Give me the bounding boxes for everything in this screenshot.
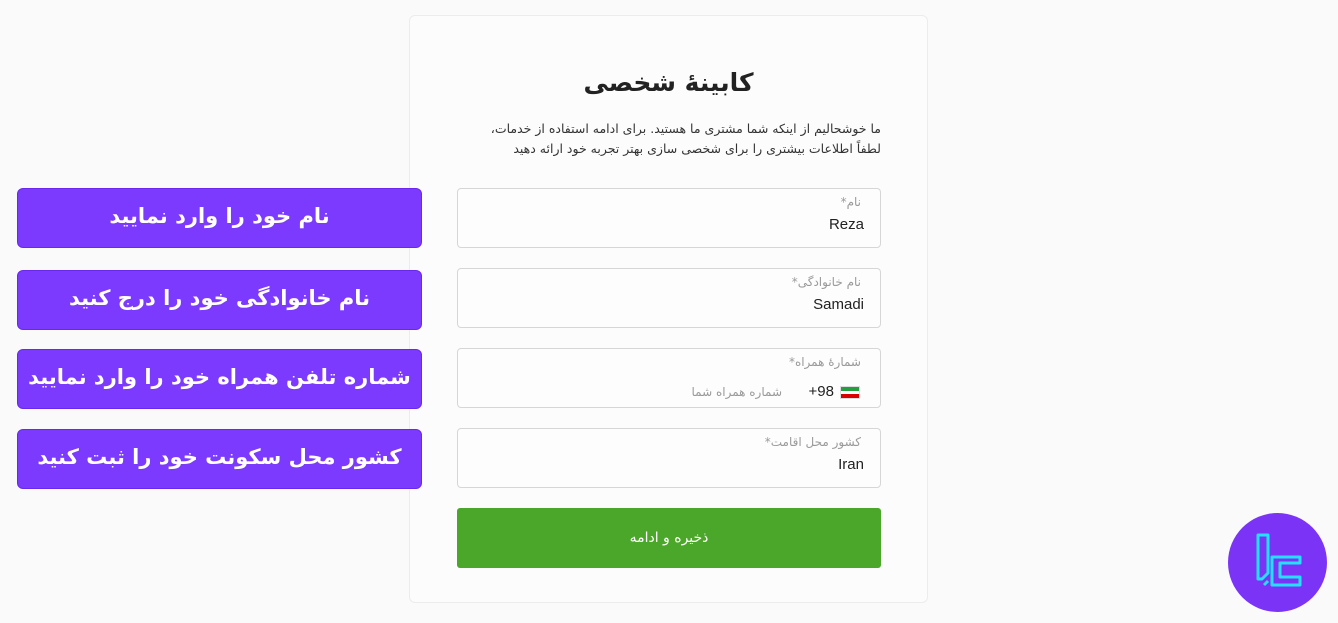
phone-input[interactable]: شماره همراه شما — [691, 385, 782, 399]
last-name-value: Samadi — [813, 296, 864, 313]
dial-code: +98 — [808, 383, 834, 400]
personal-cabinet-card: کابینهٔ شخصی ما خوشحالیم از اینکه شما مش… — [409, 15, 928, 603]
phone-input-row: +98 شماره همراه شما — [474, 382, 862, 402]
iran-flag-icon[interactable] — [840, 386, 860, 399]
page-title: کابینهٔ شخصی — [583, 68, 754, 97]
first-name-value: Reza — [828, 216, 864, 233]
first-name-field[interactable]: نام* Reza — [457, 188, 881, 248]
intro-line-1: ما خوشحالیم از اینکه شما مشتری ما هستید.… — [490, 121, 881, 136]
intro-text: ما خوشحالیم از اینکه شما مشتری ما هستید.… — [457, 119, 881, 159]
last-name-field[interactable]: نام خانوادگی* Samadi — [457, 268, 881, 328]
phone-label: شمارهٔ همراه* — [788, 355, 861, 369]
last-name-label: نام خانوادگی* — [791, 275, 861, 289]
first-name-label: نام* — [840, 195, 861, 209]
phone-field[interactable]: شمارهٔ همراه* +98 شماره همراه شما — [457, 348, 881, 408]
intro-line-2: لطفاً اطلاعات بیشتری را برای شخصی سازی ب… — [513, 141, 881, 156]
save-continue-button[interactable]: ذخیره و ادامه — [457, 508, 881, 568]
country-label: کشور محل اقامت* — [764, 435, 861, 449]
annotation-first-name: نام خود را وارد نمایید — [17, 188, 422, 248]
country-value: Iran — [838, 456, 864, 473]
annotation-last-name: نام خانوادگی خود را درج کنید — [17, 270, 422, 330]
country-field[interactable]: کشور محل اقامت* Iran — [457, 428, 881, 488]
annotation-country: کشور محل سکونت خود را ثبت کنید — [17, 429, 422, 489]
brand-logo-icon — [1228, 513, 1327, 612]
annotation-phone: شماره تلفن همراه خود را وارد نمایید — [17, 349, 422, 409]
